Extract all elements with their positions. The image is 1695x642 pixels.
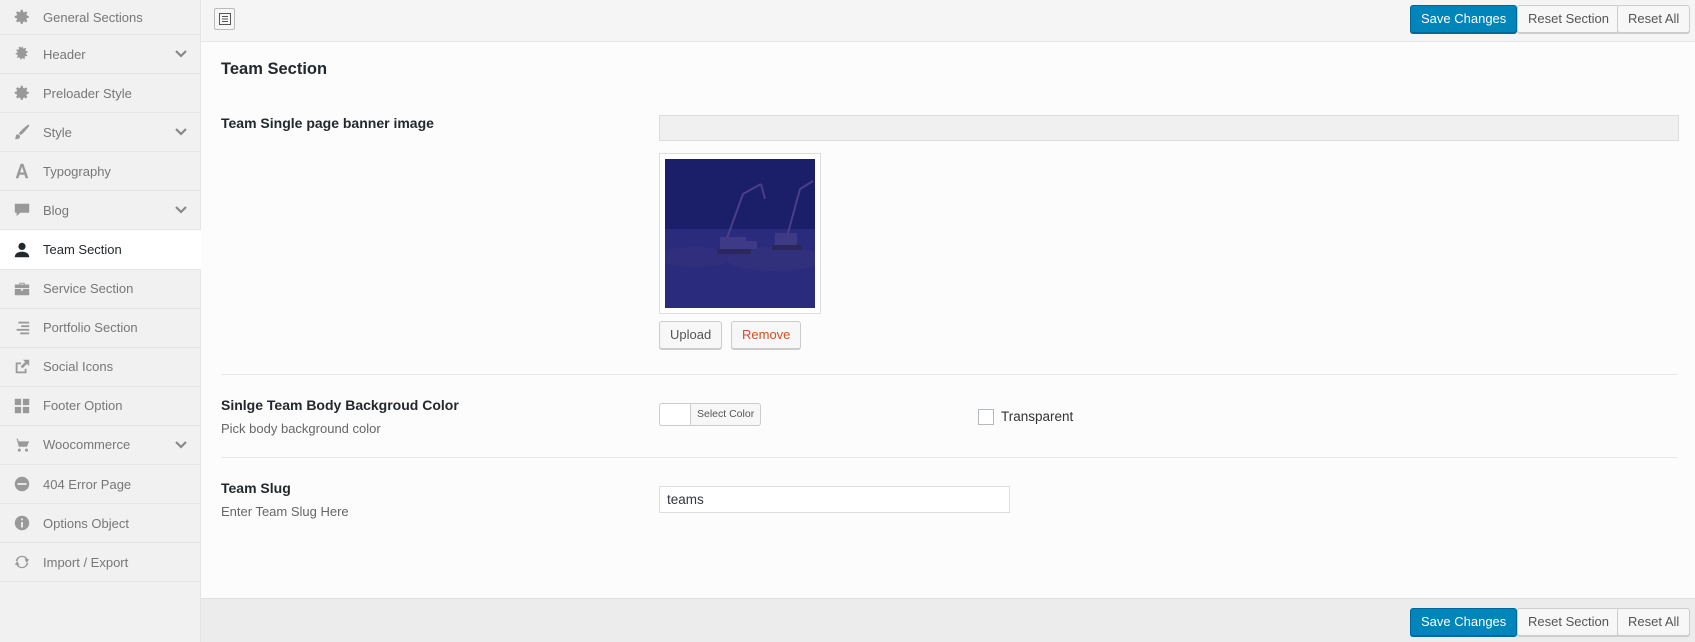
reset-section-button-top[interactable]: Reset Section: [1517, 5, 1620, 33]
share-icon: [12, 357, 32, 377]
sidebar-item-footer-option[interactable]: Footer Option: [0, 387, 200, 426]
comment-icon: [12, 200, 32, 220]
briefcase-icon: [12, 279, 32, 299]
sidebar-item-label: Social Icons: [43, 359, 114, 375]
sidebar-item-label: Typography: [43, 163, 111, 179]
typography-icon: [12, 161, 32, 181]
grid-icon: [12, 396, 32, 416]
align-right-icon: [12, 318, 32, 338]
sidebar-item-portfolio-section[interactable]: Portfolio Section: [0, 309, 200, 348]
list-icon: [218, 13, 231, 25]
minus-circle-icon: [12, 474, 32, 494]
bottom-toolbar: Save Changes Reset Section Reset All: [201, 598, 1695, 642]
sidebar-item-label: Woocommerce: [43, 437, 131, 453]
banner-image-url-field[interactable]: [659, 115, 1679, 141]
gear-icon: [12, 83, 32, 103]
sidebar-item-options-object[interactable]: Options Object: [0, 504, 200, 544]
sidebar-item-general-sections[interactable]: General Sections: [0, 0, 200, 35]
cart-icon: [12, 435, 32, 455]
sidebar-item-404-error-page[interactable]: 404 Error Page: [0, 465, 200, 505]
sidebar-item-label: Service Section: [43, 281, 134, 297]
sidebar-item-label: 404 Error Page: [43, 476, 132, 492]
body-color-label: Sinlge Team Body Backgroud Color: [221, 397, 459, 413]
remove-button[interactable]: Remove: [731, 321, 802, 349]
transparent-checkbox[interactable]: [978, 409, 994, 425]
transparent-label: Transparent: [1001, 409, 1074, 424]
sidebar-item-label: Team Section: [43, 242, 122, 258]
sidebar-item-import-export[interactable]: Import / Export: [0, 543, 200, 583]
row-divider: [221, 457, 1678, 458]
gear-icon: [12, 7, 32, 27]
person-icon: [12, 240, 32, 260]
save-changes-button-top[interactable]: Save Changes: [1410, 5, 1518, 33]
chevron-down-icon[interactable]: [174, 204, 188, 216]
sidebar-item-label: Footer Option: [43, 398, 123, 414]
options-main-panel: Save Changes Reset Section Reset All Tea…: [201, 0, 1695, 642]
sidebar-item-woocommerce[interactable]: Woocommerce: [0, 426, 200, 466]
row-divider: [221, 374, 1678, 375]
banner-image-label: Team Single page banner image: [221, 115, 434, 131]
sidebar-item-label: Header: [43, 46, 86, 62]
team-slug-description: Enter Team Slug Here: [221, 504, 349, 519]
sidebar-item-social-icons[interactable]: Social Icons: [0, 348, 200, 387]
sidebar-item-label: Preloader Style: [43, 85, 132, 101]
refresh-icon: [12, 552, 32, 572]
info-icon: [12, 513, 32, 533]
banner-thumbnail-image: [665, 159, 815, 308]
upload-button[interactable]: Upload: [659, 321, 723, 349]
color-swatch[interactable]: [659, 403, 691, 426]
expand-options-button[interactable]: [214, 8, 235, 30]
excavator-illustration: [665, 159, 815, 308]
top-toolbar: Save Changes Reset Section Reset All: [201, 0, 1695, 42]
banner-image-preview: [659, 153, 821, 314]
save-changes-button-bottom[interactable]: Save Changes: [1410, 608, 1518, 636]
cog-burst-icon: [12, 44, 32, 64]
reset-section-button-bottom[interactable]: Reset Section: [1517, 608, 1620, 636]
sidebar-item-service-section[interactable]: Service Section: [0, 270, 200, 309]
reset-all-button-bottom[interactable]: Reset All: [1617, 608, 1691, 636]
sidebar-item-label: Blog: [43, 202, 70, 218]
reset-all-button-top[interactable]: Reset All: [1617, 5, 1691, 33]
sidebar-item-label: Options Object: [43, 515, 129, 531]
sidebar-item-team-section[interactable]: Team Section: [0, 230, 201, 270]
chevron-down-icon[interactable]: [174, 48, 188, 60]
team-slug-input[interactable]: teams: [659, 486, 1010, 513]
sidebar-item-preloader-style[interactable]: Preloader Style: [0, 74, 200, 114]
brush-icon: [12, 122, 32, 142]
options-sidebar: General Sections Header Preloader Style Sty…: [0, 0, 201, 642]
sidebar-item-label: General Sections: [43, 9, 143, 25]
sidebar-item-header[interactable]: Header: [0, 35, 200, 75]
sidebar-item-label: Style: [43, 124, 72, 140]
chevron-down-icon[interactable]: [174, 126, 188, 138]
body-color-description: Pick body background color: [221, 421, 381, 436]
chevron-down-icon[interactable]: [174, 439, 188, 451]
select-color-button[interactable]: Select Color: [690, 403, 762, 426]
sidebar-item-label: Portfolio Section: [43, 320, 138, 336]
sidebar-item-typography[interactable]: Typography: [0, 152, 200, 192]
sidebar-item-style[interactable]: Style: [0, 113, 200, 153]
team-slug-label: Team Slug: [221, 480, 291, 496]
sidebar-item-label: Import / Export: [43, 554, 129, 570]
section-title: Team Section: [221, 60, 328, 78]
sidebar-item-blog[interactable]: Blog: [0, 191, 200, 231]
